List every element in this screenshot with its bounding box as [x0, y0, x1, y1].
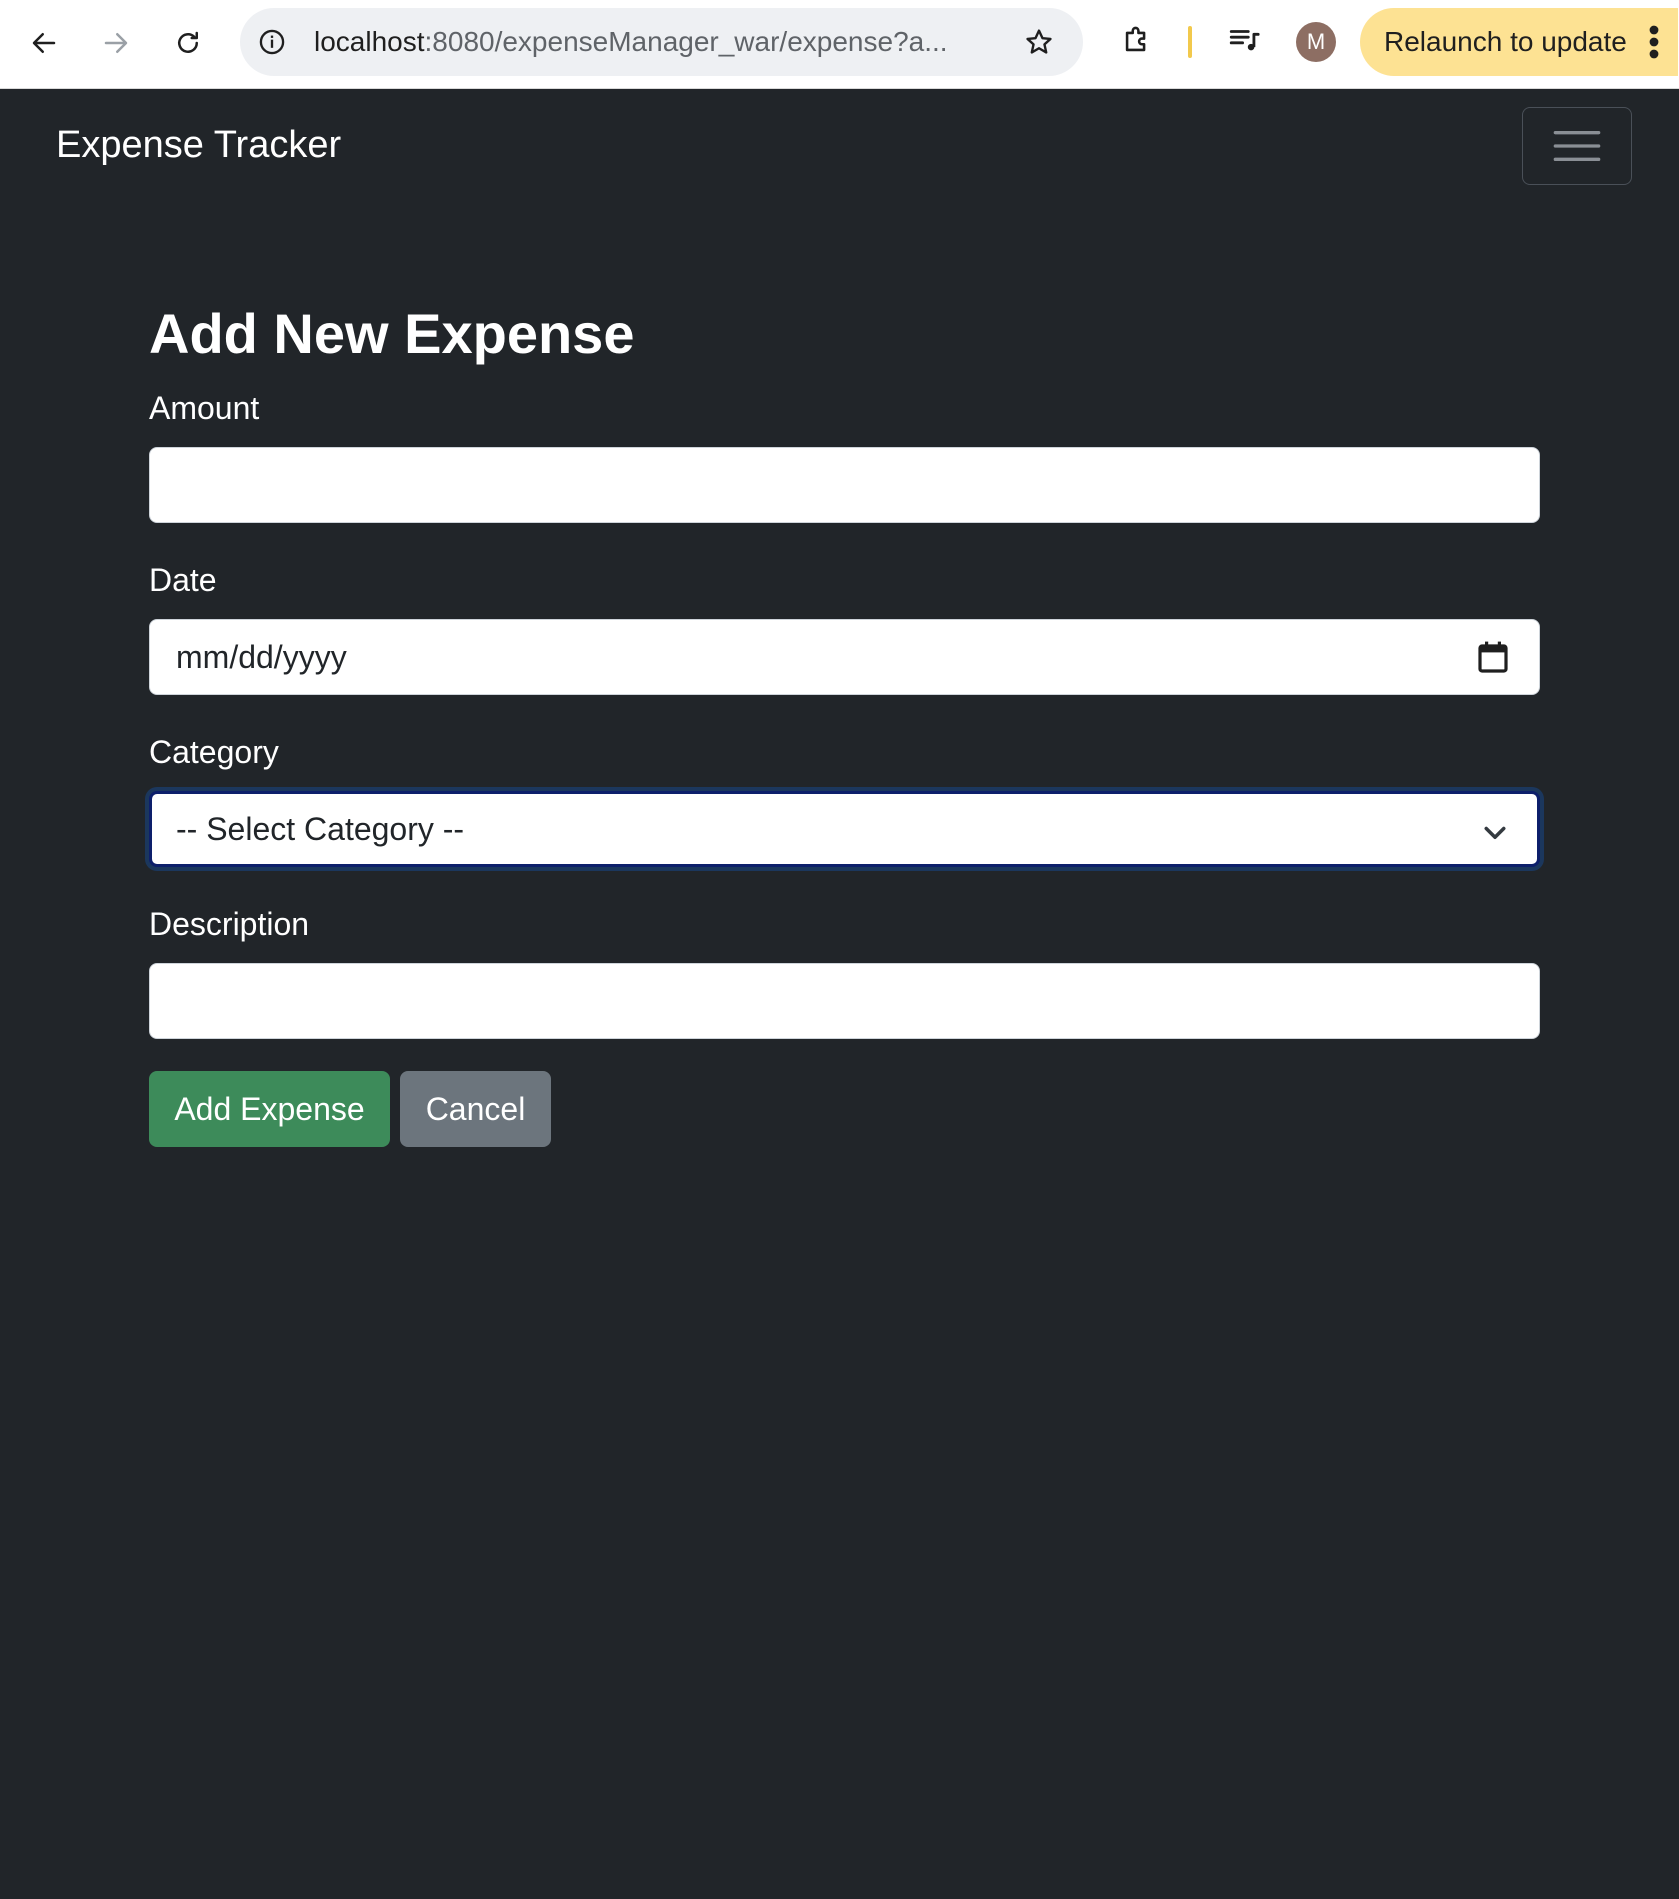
media-controls-button[interactable]	[1224, 20, 1264, 60]
amount-label: Amount	[149, 390, 260, 426]
profile-avatar[interactable]: M	[1296, 22, 1336, 62]
reload-button[interactable]	[160, 15, 216, 71]
browser-toolbar: localhost:8080/expenseManager_war/expens…	[0, 0, 1679, 89]
reload-icon	[178, 31, 198, 53]
chevron-down-icon	[1484, 826, 1506, 839]
category-label: Category	[149, 734, 279, 770]
page-body: Expense Tracker Add New Expense Amount D…	[0, 89, 1679, 1899]
back-button[interactable]	[16, 15, 72, 71]
address-bar[interactable]: localhost:8080/expenseManager_war/expens…	[240, 8, 1083, 76]
amount-input[interactable]	[149, 447, 1540, 523]
forward-arrow-icon	[104, 33, 128, 53]
toolbar-separator	[1188, 26, 1192, 58]
navbar-brand[interactable]: Expense Tracker	[56, 124, 341, 167]
url-text[interactable]: localhost:8080/expenseManager_war/expens…	[314, 8, 994, 76]
back-arrow-icon	[32, 33, 56, 53]
calendar-icon[interactable]	[1477, 640, 1509, 674]
cancel-button[interactable]: Cancel	[400, 1071, 551, 1147]
category-selected-value: -- Select Category --	[176, 811, 465, 847]
bookmark-star-icon[interactable]	[1023, 26, 1055, 58]
navbar-toggler-button[interactable]	[1522, 107, 1632, 185]
puzzle-piece-icon	[1125, 26, 1146, 52]
relaunch-to-update-button[interactable]: Relaunch to update	[1360, 8, 1678, 76]
description-label: Description	[149, 906, 310, 942]
page-title: Add New Expense	[149, 302, 635, 365]
category-select[interactable]: -- Select Category --	[149, 791, 1540, 867]
date-placeholder: mm/dd/yyyy	[176, 639, 347, 675]
hamburger-menu-icon	[1553, 131, 1601, 161]
relaunch-label: Relaunch to update	[1384, 26, 1627, 57]
date-input[interactable]: mm/dd/yyyy	[149, 619, 1540, 695]
extensions-button[interactable]	[1117, 20, 1157, 60]
more-vertical-icon[interactable]	[1648, 24, 1660, 60]
site-info-icon[interactable]	[258, 28, 286, 56]
date-label: Date	[149, 562, 217, 598]
add-expense-button[interactable]: Add Expense	[149, 1071, 390, 1147]
url-host: localhost	[314, 26, 425, 57]
forward-button[interactable]	[88, 15, 144, 71]
playlist-music-icon	[1229, 30, 1260, 51]
description-input[interactable]	[149, 963, 1540, 1039]
url-path: :8080/expenseManager_war/expense?a...	[424, 26, 948, 57]
